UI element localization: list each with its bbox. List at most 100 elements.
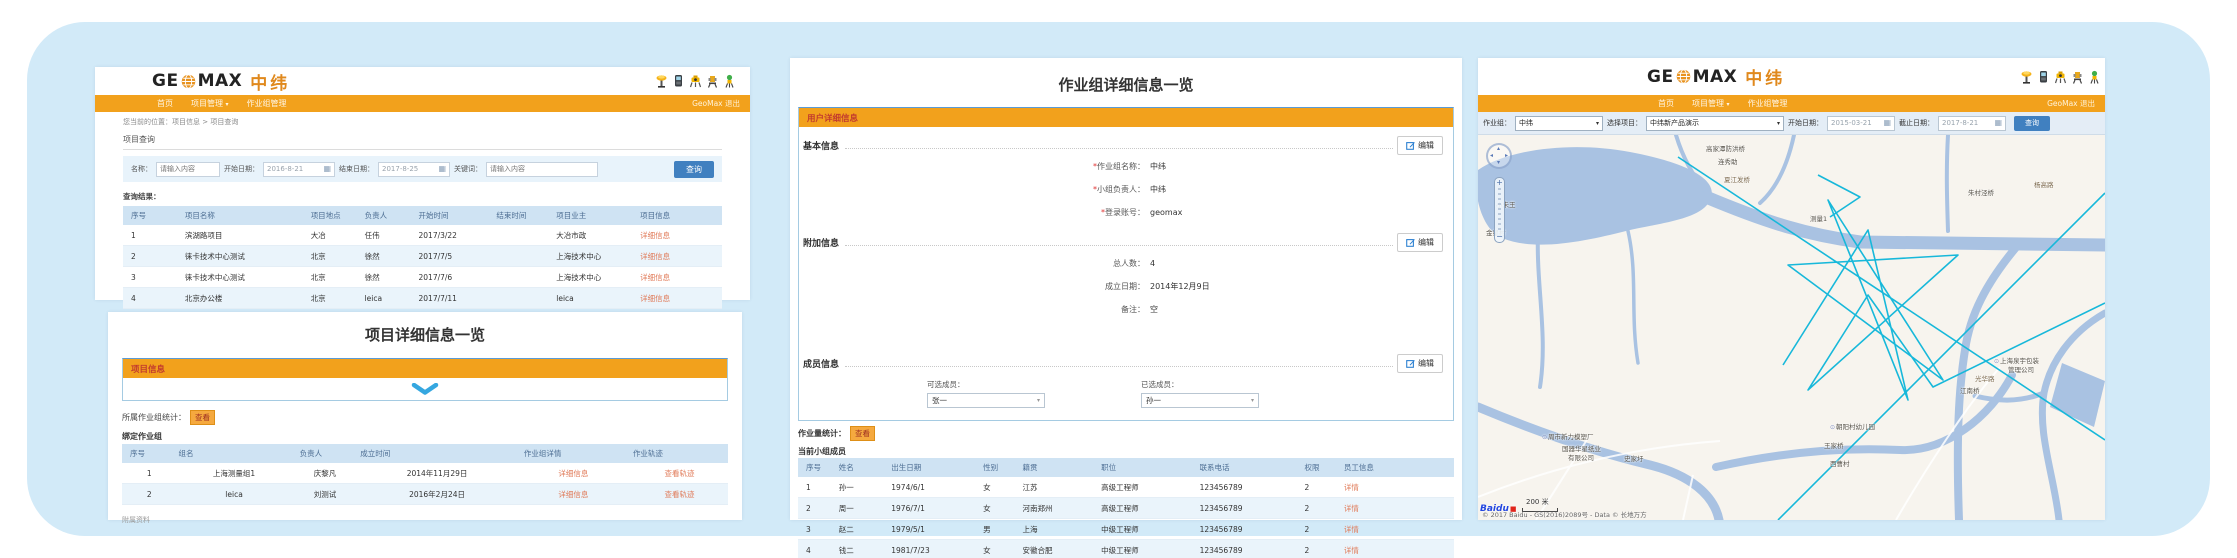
column-header: 作业轨迹 xyxy=(625,444,728,463)
column-header: 项目名称 xyxy=(177,206,303,225)
member-selects: 可选成员： 张一▾ 已选成员： 孙一▾ xyxy=(927,379,1453,408)
edit-members-button[interactable]: 编辑 xyxy=(1397,354,1443,373)
column-header: 序号 xyxy=(123,206,177,225)
table-cell: 北京 xyxy=(303,288,357,309)
table-cell: 徕卡技术中心测试 xyxy=(177,246,303,267)
field-label: 备注： xyxy=(799,304,1145,315)
label-text: 小组负责人： xyxy=(1097,185,1145,194)
end-date-input[interactable]: 2017-8-25 ▦ xyxy=(378,162,450,177)
column-header: 员工信息 xyxy=(1336,458,1454,477)
calendar-icon[interactable]: ▦ xyxy=(1883,119,1891,127)
basic-section-label: 基本信息 xyxy=(801,139,841,152)
data-controller-icon xyxy=(2037,70,2050,84)
nav-groups[interactable]: 作业组管理 xyxy=(247,98,287,109)
map-view[interactable]: 高家潭防洪桥连秀助夏江发桥小朱王金星村朱村泾桥杨高路测量1上海泉宇包装管理公司光… xyxy=(1478,135,2105,520)
start-date-value: 2016-8-21 xyxy=(267,165,303,173)
zoom-in-button[interactable]: + xyxy=(1496,178,1503,188)
available-members-block: 可选成员： 张一▾ xyxy=(927,379,1045,408)
map-pan-control[interactable]: ▴ ▾ ◂ ▸ xyxy=(1486,143,1512,169)
nav-groups[interactable]: 作业组管理 xyxy=(1748,98,1788,109)
view-stats-button[interactable]: 查看 xyxy=(190,410,215,425)
keyword-input[interactable] xyxy=(486,162,598,177)
detail-link[interactable]: 详细信息 xyxy=(640,231,670,240)
detail-link[interactable]: 详情 xyxy=(1344,483,1359,492)
table-row: 2徕卡技术中心测试北京徐然2017/7/5上海技术中心详细信息 xyxy=(123,246,722,267)
detail-link[interactable]: 详情 xyxy=(1344,525,1359,534)
field-row: 备注：空 xyxy=(799,298,1453,321)
column-header: 姓名 xyxy=(831,458,883,477)
calendar-icon[interactable]: ▦ xyxy=(438,165,446,173)
table-cell xyxy=(488,246,548,267)
column-header: 负责人 xyxy=(292,444,353,463)
table-cell: 2 xyxy=(1297,498,1336,519)
table-cell: 4 xyxy=(123,288,177,309)
table-cell: 北京办公楼 xyxy=(177,288,303,309)
basic-section-header: 基本信息 编辑 xyxy=(801,136,1443,155)
calendar-icon[interactable]: ▦ xyxy=(323,165,331,173)
calendar-icon[interactable]: ▦ xyxy=(1994,119,2002,127)
selected-members-select[interactable]: 孙一▾ xyxy=(1141,393,1259,408)
nav-projects[interactable]: 项目管理 ▾ xyxy=(1692,98,1730,109)
keyword-label: 关键词： xyxy=(454,164,482,174)
start-date-input[interactable]: 2016-8-21 ▦ xyxy=(263,162,335,177)
map-zoom-slider[interactable]: + − xyxy=(1494,177,1505,243)
map-filter-bar: 作业组： 中纬▾ 选择项目： 中纬新产品演示▾ 开始日期： 2015-03-21… xyxy=(1478,112,2105,135)
table-row: 2周一1976/7/1女河南郑州高级工程师1234567892详情 xyxy=(798,498,1454,519)
logout-link[interactable]: GeoMax 退出 xyxy=(692,98,740,109)
table-body: 1滨湖路项目大冶任伟2017/3/22大冶市政详细信息2徕卡技术中心测试北京徐然… xyxy=(123,225,722,309)
logo-ge: GE xyxy=(152,71,179,91)
edit-basic-button[interactable]: 编辑 xyxy=(1397,136,1443,155)
table-cell: 大冶市政 xyxy=(548,225,632,246)
group-select[interactable]: 中纬▾ xyxy=(1515,116,1603,131)
zoom-out-button[interactable]: − xyxy=(1496,232,1503,242)
nav-home[interactable]: 首页 xyxy=(1658,98,1674,109)
detail-link[interactable]: 查看轨迹 xyxy=(664,490,694,499)
track-map-panel: GE MAX 中纬 首页 项目管理 ▾ 作业组管理 GeoMax 退出 作业组：… xyxy=(1478,58,2105,520)
table-cell: leica xyxy=(548,288,632,309)
nav-projects[interactable]: 项目管理 ▾ xyxy=(191,98,229,109)
table-cell: 1 xyxy=(798,477,831,498)
table-cell: 查看轨迹 xyxy=(625,484,728,505)
detail-link[interactable]: 详细信息 xyxy=(558,469,588,478)
expand-toggle[interactable] xyxy=(123,378,727,400)
selected-value: 中纬新产品演示 xyxy=(1650,118,1699,128)
detail-link[interactable]: 详情 xyxy=(1344,504,1359,513)
detail-link[interactable]: 详细信息 xyxy=(640,294,670,303)
search-button[interactable]: 查询 xyxy=(674,161,714,178)
project-select[interactable]: 中纬新产品演示▾ xyxy=(1646,116,1784,131)
view-workload-button[interactable]: 查看 xyxy=(850,426,875,441)
zoom-track[interactable] xyxy=(1498,188,1501,232)
column-header: 籍贯 xyxy=(1014,458,1093,477)
end-date-label: 结束日期： xyxy=(339,164,374,174)
end-date-value: 2017-8-25 xyxy=(382,165,418,173)
end-date-input[interactable]: 2017-8-21▦ xyxy=(1938,116,2006,131)
pan-up-arrow-icon[interactable]: ▴ xyxy=(1497,146,1500,152)
detail-link[interactable]: 详细信息 xyxy=(640,252,670,261)
table-cell: 详情 xyxy=(1336,477,1454,498)
edit-label: 编辑 xyxy=(1418,140,1434,151)
map-label: 西曹村 xyxy=(1830,458,1850,468)
logout-link[interactable]: GeoMax 退出 xyxy=(2047,98,2095,109)
table-cell: 123456789 xyxy=(1192,519,1297,540)
project-filter-label: 选择项目： xyxy=(1607,118,1642,128)
map-label: 光华路 xyxy=(1975,373,1995,383)
detail-link[interactable]: 详细信息 xyxy=(640,273,670,282)
pan-down-arrow-icon[interactable]: ▾ xyxy=(1497,160,1500,166)
available-members-select[interactable]: 张一▾ xyxy=(927,393,1045,408)
detail-link[interactable]: 查看轨迹 xyxy=(664,469,694,478)
project-detail-panel: 项目详细信息一览 项目信息 所属作业组统计： 查看 绑定作业组 序号组名负责人成… xyxy=(108,312,742,520)
group-filter-label: 作业组： xyxy=(1483,118,1511,128)
card-header: 项目信息 xyxy=(123,359,727,378)
column-header: 职位 xyxy=(1093,458,1191,477)
nav-home[interactable]: 首页 xyxy=(157,98,173,109)
start-date-input[interactable]: 2015-03-21▦ xyxy=(1827,116,1895,131)
pan-right-arrow-icon[interactable]: ▸ xyxy=(1505,153,1508,159)
map-search-button[interactable]: 查询 xyxy=(2014,116,2050,131)
table-cell: 查看轨迹 xyxy=(625,463,728,484)
detail-link[interactable]: 详情 xyxy=(1344,546,1359,555)
edit-extra-button[interactable]: 编辑 xyxy=(1397,233,1443,252)
detail-link[interactable]: 详细信息 xyxy=(558,490,588,499)
name-input[interactable] xyxy=(156,162,220,177)
table-cell: leica xyxy=(170,484,291,505)
pan-left-arrow-icon[interactable]: ◂ xyxy=(1490,153,1493,159)
